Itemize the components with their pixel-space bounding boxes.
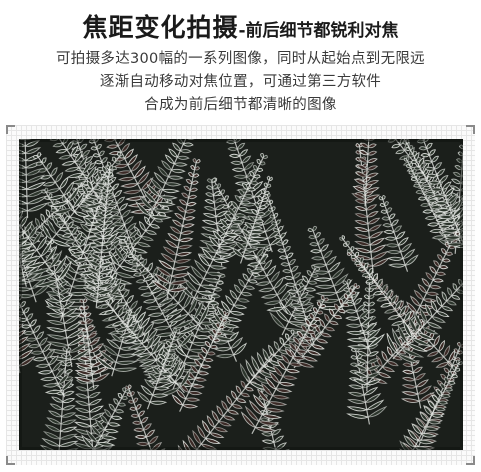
description-line-3: 合成为前后细节都清晰的图像	[144, 97, 337, 113]
description-line-2: 逐渐自动移动对焦位置，可通过第三方软件	[99, 74, 382, 90]
page-title: 焦距变化拍摄-前后细节都锐利对焦	[0, 8, 481, 44]
frame-corner-top-left	[6, 125, 15, 134]
description-line-1: 可拍摄多达300幅的一系列图像，同时从起始点到无限远	[56, 51, 425, 67]
fern-illustration	[19, 139, 463, 450]
frame-corner-bottom-left	[6, 456, 15, 465]
title-subtitle: -前后细节都锐利对焦	[238, 21, 399, 41]
frosted-fern-photo	[19, 139, 463, 450]
title-main: 焦距变化拍摄	[82, 13, 239, 42]
frame-corner-top-right	[466, 125, 475, 134]
frame-corner-bottom-right	[466, 456, 475, 465]
